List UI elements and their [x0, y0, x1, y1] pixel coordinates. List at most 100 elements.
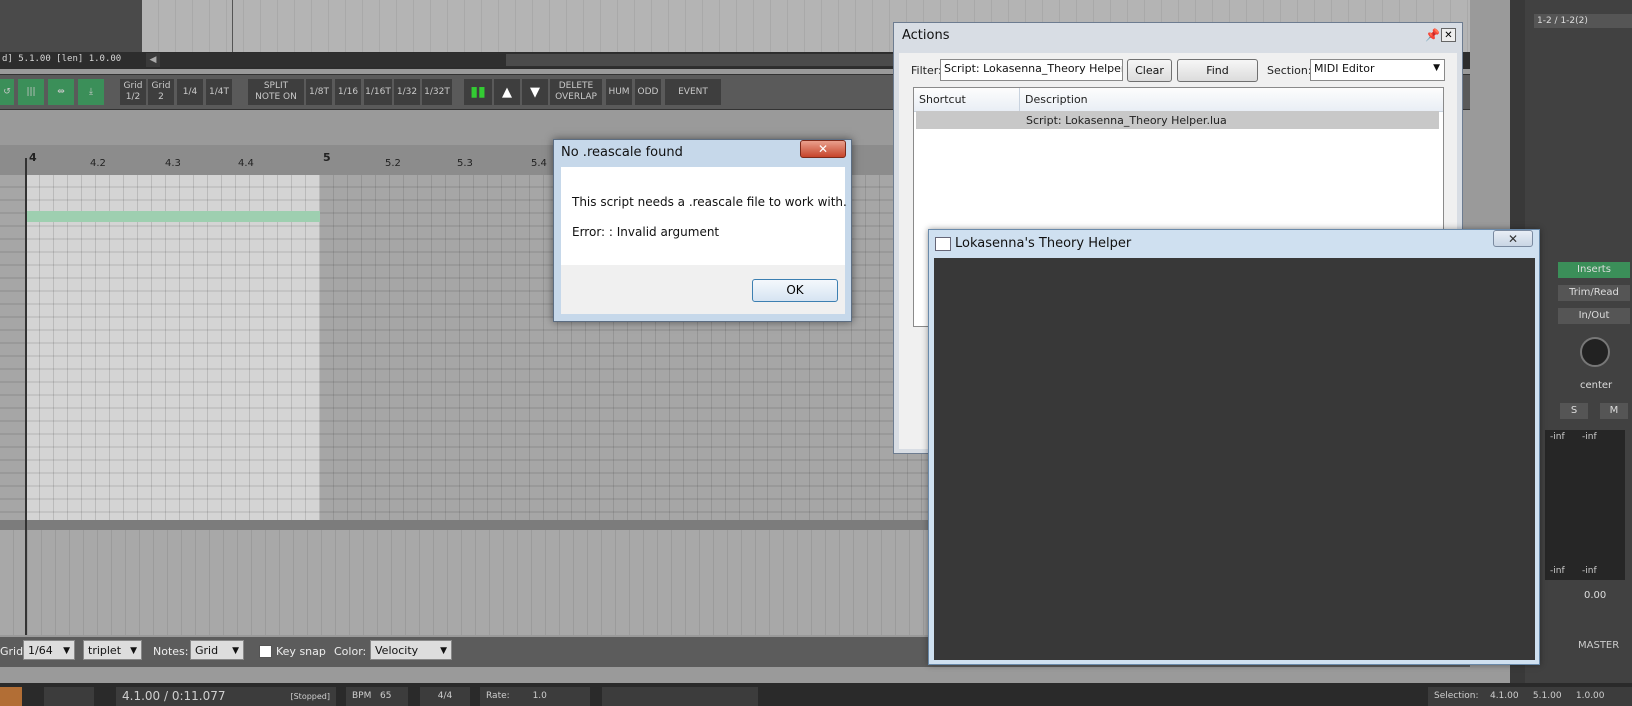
chevron-down-icon: ▼ — [1433, 63, 1440, 73]
notes-select[interactable]: Grid ▼ — [190, 640, 244, 660]
peak-left-bottom: -inf — [1550, 566, 1565, 576]
ruler-label: 5.3 — [457, 158, 473, 169]
ruler-label: 5.4 — [531, 158, 547, 169]
peak-right-bottom: -inf — [1582, 566, 1597, 576]
color-select-value: Velocity — [375, 644, 419, 657]
selection-end: 5.1.00 — [1532, 691, 1562, 701]
pan-value: center — [1580, 380, 1613, 391]
move-down-icon[interactable]: ▼ — [522, 79, 548, 105]
split-note-on-button[interactable]: SPLIT NOTE ON — [248, 79, 304, 105]
close-icon[interactable]: ✕ — [1441, 28, 1456, 42]
selection-label: Selection: — [1434, 691, 1479, 701]
grid-select-value: 1/64 — [28, 644, 53, 657]
position-readout: d] 5.1.00 [len] 1.0.00 — [2, 54, 122, 64]
in-out-button[interactable]: In/Out — [1558, 308, 1630, 324]
notes-label: Notes: — [153, 645, 189, 658]
quant-1-4t-button[interactable]: 1/4T — [206, 79, 232, 105]
grid-select[interactable]: 1/64 ▼ — [23, 640, 75, 660]
grid-half-button[interactable]: Grid 1/2 — [120, 79, 146, 105]
trim-read-button[interactable]: Trim/Read — [1558, 285, 1630, 301]
velocity-bars-icon[interactable]: ▮▮ — [464, 79, 492, 105]
volume-readout[interactable]: 0.00 — [1584, 590, 1606, 601]
ok-button[interactable]: OK — [752, 279, 838, 302]
section-label: Section: — [1267, 64, 1312, 77]
find-shortcut-button[interactable]: Find shortcut... — [1177, 59, 1258, 98]
theory-helper-title: Lokasenna's Theory Helper — [955, 236, 1132, 251]
download-icon[interactable]: ⤓ — [78, 79, 104, 105]
cursor-tool-icon[interactable] — [44, 687, 94, 706]
chevron-down-icon: ▼ — [440, 646, 447, 656]
highlighted-key-row — [26, 211, 320, 222]
odd-button[interactable]: ODD — [635, 79, 661, 105]
quant-1-32t-button[interactable]: 1/32T — [422, 79, 452, 105]
ruler-label: 5 — [323, 151, 331, 164]
grid-type-select[interactable]: triplet ▼ — [83, 640, 142, 660]
actions-list-header — [914, 88, 1443, 112]
rate-value: 1.0 — [532, 691, 547, 701]
time-readout[interactable]: 4.1.00 / 0:11.077 [Stopped] — [116, 687, 336, 706]
master-strip — [1525, 0, 1632, 683]
color-select[interactable]: Velocity ▼ — [370, 640, 452, 660]
pan-knob[interactable] — [1580, 337, 1610, 367]
loop-icon[interactable]: ↺ — [0, 79, 14, 105]
move-up-icon[interactable]: ▲ — [494, 79, 520, 105]
dialog-error: Error: : Invalid argument — [572, 225, 720, 239]
bpm-value: 65 — [379, 691, 392, 701]
ruler-label: 5.2 — [385, 158, 401, 169]
column-description[interactable]: Description — [1025, 93, 1088, 106]
quant-1-32-button[interactable]: 1/32 — [394, 79, 420, 105]
quant-1-16t-button[interactable]: 1/16T — [364, 79, 392, 105]
rate-box[interactable]: Rate: 1.0 — [480, 687, 590, 706]
quant-1-4-button[interactable]: 1/4 — [177, 79, 203, 105]
play-state: [Stopped] — [290, 692, 330, 701]
time-signature[interactable]: 4/4 — [420, 687, 470, 706]
event-button[interactable]: EVENT — [665, 79, 721, 105]
filter-input[interactable]: Script: Lokasenna_Theory Helper.lua — [940, 59, 1123, 81]
master-label: MASTER — [1578, 640, 1620, 651]
column-divider[interactable] — [1019, 88, 1020, 111]
delete-overlap-button[interactable]: DELETE OVERLAP — [550, 79, 602, 105]
actions-title: Actions — [902, 28, 950, 43]
filter-label: Filter: — [911, 64, 942, 77]
hum-button[interactable]: HUM — [606, 79, 632, 105]
grid-2-button[interactable]: Grid 2 — [148, 79, 174, 105]
selection-readout: Selection: 4.1.00 5.1.00 1.0.00 — [1428, 687, 1632, 706]
clear-button[interactable]: Clear — [1127, 59, 1172, 82]
pin-icon[interactable]: 📌 — [1425, 28, 1440, 42]
bpm-box[interactable]: BPM 65 — [346, 687, 408, 706]
close-icon[interactable]: ✕ — [1493, 230, 1533, 247]
time-selection[interactable] — [26, 175, 320, 520]
column-shortcut[interactable]: Shortcut — [919, 93, 966, 106]
rate-label: Rate: — [486, 691, 510, 701]
selection-length: 1.0.00 — [1575, 691, 1605, 701]
section-select[interactable]: MIDI Editor ▼ — [1310, 59, 1445, 81]
mute-button[interactable]: M — [1600, 403, 1628, 419]
grid-lines-icon[interactable]: ||| — [18, 79, 44, 105]
scroll-left-arrow-icon[interactable]: ◀ — [146, 53, 160, 67]
master-meter — [1545, 430, 1625, 580]
dialog-body — [561, 167, 845, 265]
theory-helper-canvas[interactable] — [934, 258, 1535, 660]
ruler-label: 4.4 — [238, 158, 254, 169]
key-snap-label: Key snap — [276, 645, 326, 658]
rate-slider[interactable] — [602, 687, 758, 706]
selection-start: 4.1.00 — [1489, 691, 1519, 701]
solo-button[interactable]: S — [1560, 403, 1588, 419]
routing-label[interactable]: 1-2 / 1-2(2) — [1534, 14, 1632, 28]
record-icon[interactable] — [0, 687, 22, 706]
quant-1-16-button[interactable]: 1/16 — [335, 79, 361, 105]
edit-cursor — [232, 0, 233, 52]
ruler-label: 4.3 — [165, 158, 181, 169]
chevron-down-icon: ▼ — [232, 646, 239, 656]
dialog-title: No .reascale found — [561, 145, 683, 160]
inserts-button[interactable]: Inserts — [1558, 262, 1630, 278]
notes-select-value: Grid — [195, 644, 219, 657]
key-snap-checkbox[interactable] — [259, 645, 272, 658]
split-icon[interactable]: ⇹ — [48, 79, 74, 105]
play-cursor — [25, 158, 27, 635]
bpm-label: BPM — [352, 691, 372, 701]
velocity-lane[interactable] — [0, 530, 930, 635]
lane-divider[interactable] — [0, 520, 930, 530]
close-icon[interactable]: ✕ — [800, 140, 846, 158]
quant-1-8t-button[interactable]: 1/8T — [306, 79, 332, 105]
